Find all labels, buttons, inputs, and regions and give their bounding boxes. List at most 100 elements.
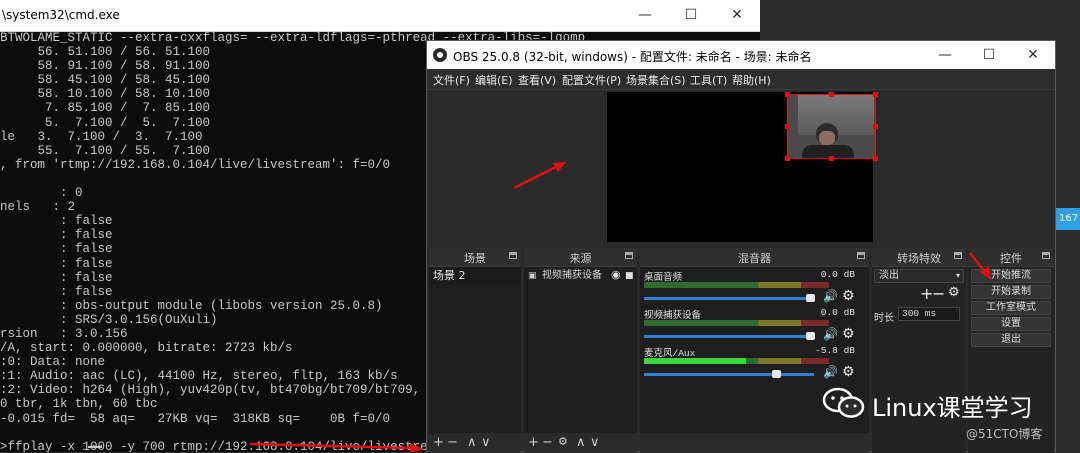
exit-button[interactable]: 退出: [971, 333, 1051, 347]
gear-icon[interactable]: ⚙: [842, 288, 855, 304]
gear-icon[interactable]: ⚙: [842, 364, 855, 380]
gear-icon[interactable]: ⚙: [558, 435, 568, 448]
transition-select[interactable]: 淡出 ▾: [874, 269, 964, 283]
source-item-label: 视频捕获设备: [542, 270, 602, 281]
menu-file[interactable]: 文件(F): [433, 72, 470, 88]
resize-handle[interactable]: [785, 156, 790, 161]
obs-logo-icon: [433, 48, 447, 62]
resize-handle[interactable]: [785, 92, 790, 97]
menu-help[interactable]: 帮助(H): [732, 72, 771, 88]
dock-float-icon[interactable]: [625, 252, 633, 259]
watermark-site: @51CTO博客: [966, 427, 1043, 441]
menu-profile[interactable]: 配置文件(P): [562, 72, 621, 88]
channel-name: 麦克风/Aux: [644, 348, 696, 359]
preview-area: [427, 90, 1055, 242]
controls-dock-header: 控件: [968, 248, 1054, 267]
scenes-list: 场景 2: [429, 267, 521, 433]
menu-edit[interactable]: 编辑(E): [475, 72, 513, 88]
slider-knob[interactable]: [805, 294, 815, 302]
speaker-icon[interactable]: 🔊: [823, 365, 838, 379]
duration-label: 时长: [874, 313, 894, 324]
remove-scene-button[interactable]: −: [447, 435, 458, 450]
maximize-button[interactable]: ☐: [668, 0, 714, 31]
sources-dock: 来源 ▣ 视频捕获设备 ◉ ■ + − ⚙ ∧ ∨: [524, 248, 637, 453]
mixer-dock: 混音器 桌面音频 0.0 dB 🔊 ⚙ 视频捕获设备 0.0 dB 🔊 ⚙ 麦克…: [640, 248, 869, 453]
menu-tools[interactable]: 工具(T): [690, 72, 727, 88]
studio-mode-button[interactable]: 工作室模式: [971, 301, 1051, 315]
volume-slider[interactable]: [644, 332, 815, 340]
webcam-source-preview[interactable]: [787, 94, 876, 159]
camera-icon: ▣: [528, 271, 537, 281]
transitions-footer: [872, 433, 966, 453]
resize-handle[interactable]: [829, 92, 834, 97]
scenes-toolbar: + − ∧ ∨: [429, 433, 521, 453]
transition-select-value: 淡出: [879, 270, 899, 281]
move-down-button[interactable]: ∨: [481, 435, 491, 450]
mixer-footer: [640, 433, 869, 453]
menu-view[interactable]: 查看(V): [518, 72, 556, 88]
preview-canvas[interactable]: [607, 92, 878, 242]
channel-db: 0.0 dB: [820, 269, 855, 280]
gear-icon[interactable]: ⚙: [842, 326, 855, 342]
dock-float-icon[interactable]: [857, 252, 865, 259]
move-up-button[interactable]: ∧: [467, 435, 477, 450]
gear-icon[interactable]: ⚙: [948, 285, 960, 300]
menu-bar: 文件(F) 编辑(E) 查看(V) 配置文件(P) 场景集合(S) 工具(T) …: [427, 69, 1055, 90]
remove-transition-button[interactable]: −: [932, 284, 945, 303]
chevron-down-icon: ▾: [955, 271, 960, 280]
scenes-dock-header: 场景: [429, 248, 521, 267]
scene-item[interactable]: 场景 2: [429, 267, 521, 285]
text-cursor: [88, 446, 102, 448]
cmd-titlebar[interactable]: \system32\cmd.exe — ☐ ✕: [0, 0, 760, 32]
move-up-button[interactable]: ∧: [576, 435, 586, 450]
scenes-dock-title: 场景: [464, 252, 486, 265]
obs-minimize-button[interactable]: —: [923, 41, 967, 69]
slider-knob[interactable]: [771, 370, 781, 378]
add-source-button[interactable]: +: [528, 435, 539, 450]
wechat-logo-icon: [822, 387, 865, 418]
sources-dock-header: 来源: [524, 248, 637, 267]
meter-level: [644, 358, 746, 364]
resize-handle[interactable]: [873, 124, 878, 129]
resize-handle[interactable]: [873, 92, 878, 97]
volume-meter: [644, 282, 829, 288]
volume-meter: [644, 358, 829, 364]
source-item[interactable]: ▣ 视频捕获设备 ◉ ■: [524, 267, 637, 285]
obs-maximize-button[interactable]: ☐: [967, 41, 1011, 69]
mixer-dock-title: 混音器: [738, 252, 771, 265]
speaker-icon[interactable]: 🔊: [823, 327, 838, 341]
obs-window-title: OBS 25.0.8 (32-bit, windows) - 配置文件: 未命名…: [453, 50, 812, 64]
resize-handle[interactable]: [785, 124, 790, 129]
transitions-dock-title: 转场特效: [897, 252, 941, 265]
eye-icon[interactable]: ◉: [611, 266, 621, 284]
sources-list: ▣ 视频捕获设备 ◉ ■: [524, 267, 637, 433]
slider-knob[interactable]: [805, 332, 815, 340]
settings-button[interactable]: 设置: [971, 317, 1051, 331]
webcam-person-face: [819, 131, 835, 145]
mixer-dock-header: 混音器: [640, 248, 869, 267]
volume-slider[interactable]: [644, 294, 815, 302]
channel-name: 视频捕获设备: [644, 310, 702, 321]
obs-titlebar[interactable]: OBS 25.0.8 (32-bit, windows) - 配置文件: 未命名…: [427, 41, 1055, 69]
move-down-button[interactable]: ∨: [590, 435, 600, 450]
start-streaming-button[interactable]: 开始推流: [971, 269, 1051, 283]
remove-source-button[interactable]: −: [542, 435, 553, 450]
dock-float-icon[interactable]: [954, 252, 962, 259]
add-scene-button[interactable]: +: [433, 435, 444, 450]
dock-float-icon[interactable]: [509, 252, 517, 259]
side-badge: 167: [1056, 208, 1080, 230]
dock-float-icon[interactable]: [1042, 252, 1050, 259]
channel-db: 0.0 dB: [820, 307, 855, 318]
duration-input[interactable]: 300 ms: [898, 307, 960, 321]
volume-slider[interactable]: [644, 370, 814, 378]
resize-handle[interactable]: [829, 156, 834, 161]
close-button[interactable]: ✕: [714, 0, 760, 31]
speaker-icon[interactable]: 🔊: [823, 289, 838, 303]
obs-close-button[interactable]: ✕: [1011, 41, 1055, 69]
minimize-button[interactable]: —: [622, 0, 668, 31]
transitions-dock-header: 转场特效: [872, 248, 966, 267]
start-recording-button[interactable]: 开始录制: [971, 285, 1051, 299]
menu-scene-collection[interactable]: 场景集合(S): [626, 72, 686, 88]
resize-handle[interactable]: [873, 156, 878, 161]
lock-icon[interactable]: ■: [625, 267, 634, 285]
